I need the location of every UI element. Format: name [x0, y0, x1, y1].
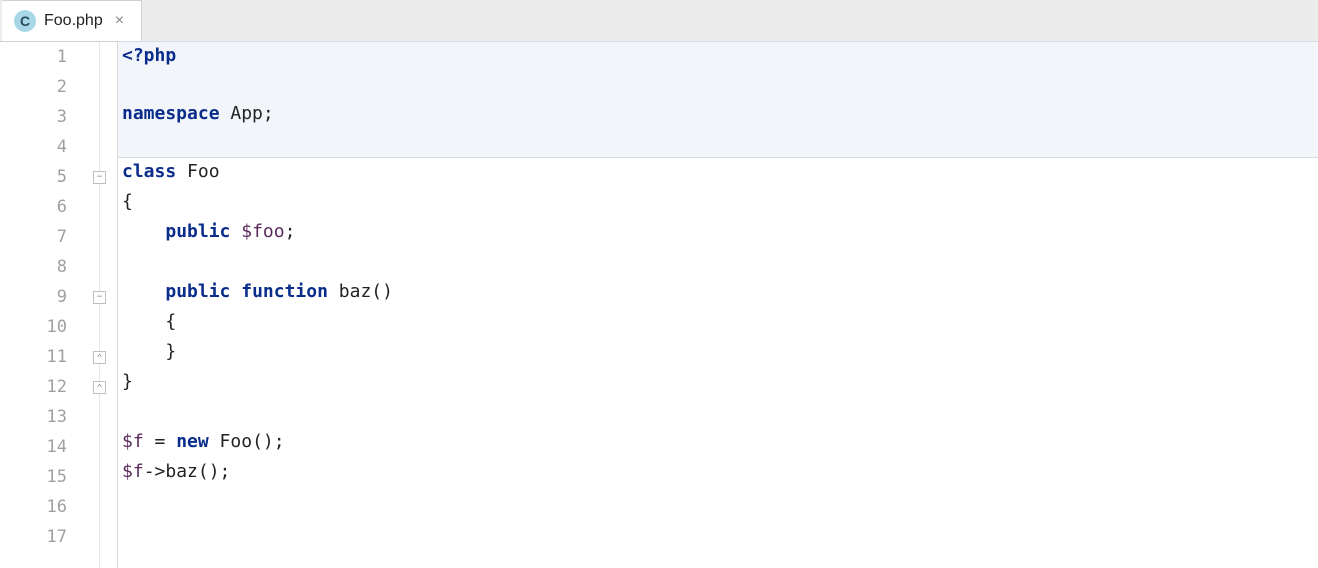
- token-plain: ->baz();: [144, 457, 231, 487]
- code-line[interactable]: [118, 397, 1318, 427]
- code-line[interactable]: }: [118, 337, 1318, 367]
- code-line[interactable]: [118, 247, 1318, 277]
- token-fn: baz(): [328, 277, 393, 307]
- token-punct: ;: [285, 217, 296, 247]
- fold-collapse-icon[interactable]: [93, 291, 106, 304]
- token-punct: }: [122, 367, 133, 397]
- line-number[interactable]: 3: [0, 102, 99, 132]
- code-line[interactable]: {: [118, 187, 1318, 217]
- line-number[interactable]: 4: [0, 132, 99, 162]
- code-line[interactable]: $f = new Foo();: [118, 427, 1318, 457]
- token-kw: class: [122, 157, 176, 187]
- line-number[interactable]: 13: [0, 402, 99, 432]
- fold-collapse-icon[interactable]: [93, 171, 106, 184]
- code-line[interactable]: public function baz(): [118, 277, 1318, 307]
- code-line[interactable]: $f->baz();: [118, 457, 1318, 487]
- tab-bar: C Foo.php ×: [0, 0, 1318, 42]
- code-line[interactable]: [118, 128, 1318, 158]
- code-line[interactable]: <?php: [118, 41, 1318, 71]
- fold-end-icon[interactable]: [93, 351, 106, 364]
- close-icon[interactable]: ×: [111, 12, 128, 30]
- line-number[interactable]: 2: [0, 72, 99, 102]
- token-plain: App;: [220, 99, 274, 129]
- file-type-icon: C: [14, 10, 36, 32]
- line-number[interactable]: 1: [0, 42, 99, 72]
- margin-strip: [100, 42, 118, 568]
- code-line[interactable]: [118, 70, 1318, 100]
- token-plain: [230, 217, 241, 247]
- line-number[interactable]: 10: [0, 312, 99, 342]
- token-var: $f: [122, 457, 144, 487]
- token-plain: [122, 217, 165, 247]
- token-tag: <?php: [122, 41, 176, 71]
- token-kw: new: [176, 427, 209, 457]
- code-line[interactable]: {: [118, 307, 1318, 337]
- code-area[interactable]: <?phpnamespace App;class Foo{ public $fo…: [118, 42, 1318, 568]
- line-number[interactable]: 11: [0, 342, 99, 372]
- code-line[interactable]: namespace App;: [118, 99, 1318, 129]
- token-punct: }: [122, 337, 176, 367]
- line-number[interactable]: 17: [0, 522, 99, 552]
- line-number[interactable]: 16: [0, 492, 99, 522]
- code-line[interactable]: }: [118, 367, 1318, 397]
- token-var: $foo: [241, 217, 284, 247]
- code-line[interactable]: class Foo: [118, 157, 1318, 187]
- line-number[interactable]: 8: [0, 252, 99, 282]
- editor: 1234567891011121314151617 <?phpnamespace…: [0, 42, 1318, 568]
- token-kw: namespace: [122, 99, 220, 129]
- token-kw: function: [241, 277, 328, 307]
- tab-filename: Foo.php: [44, 12, 103, 30]
- line-number[interactable]: 7: [0, 222, 99, 252]
- line-number[interactable]: 12: [0, 372, 99, 402]
- fold-end-icon[interactable]: [93, 381, 106, 394]
- code-line[interactable]: public $foo;: [118, 217, 1318, 247]
- line-number[interactable]: 15: [0, 462, 99, 492]
- token-punct: {: [122, 187, 133, 217]
- token-plain: [122, 277, 165, 307]
- token-kw: public: [165, 217, 230, 247]
- token-var: $f: [122, 427, 144, 457]
- line-number[interactable]: 14: [0, 432, 99, 462]
- token-plain: =: [144, 427, 177, 457]
- line-number[interactable]: 5: [0, 162, 99, 192]
- line-gutter: 1234567891011121314151617: [0, 42, 100, 568]
- token-plain: Foo();: [209, 427, 285, 457]
- code-line[interactable]: [118, 487, 1318, 517]
- tab-file[interactable]: C Foo.php ×: [2, 0, 142, 41]
- code-line[interactable]: [118, 517, 1318, 547]
- token-plain: Foo: [176, 157, 219, 187]
- line-number[interactable]: 6: [0, 192, 99, 222]
- token-plain: [230, 277, 241, 307]
- token-punct: {: [122, 307, 176, 337]
- token-kw: public: [165, 277, 230, 307]
- line-number[interactable]: 9: [0, 282, 99, 312]
